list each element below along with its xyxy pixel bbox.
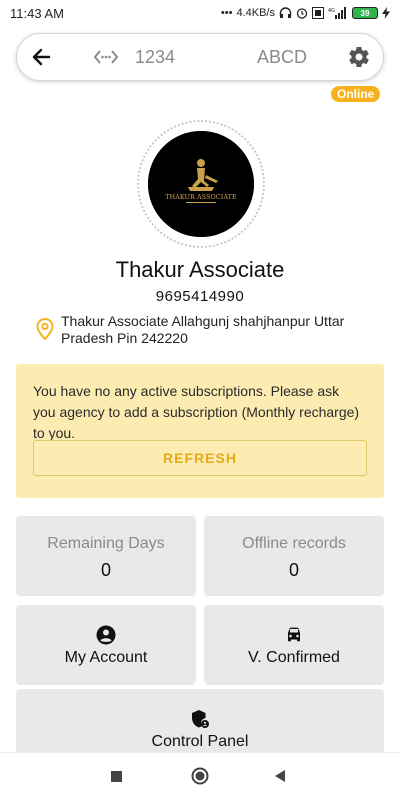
back-arrow-icon[interactable] [29,44,55,70]
status-icons: ••• 4.4KB/s 4G 39 [221,7,390,19]
nav-back-icon[interactable] [273,769,287,783]
svg-text:4G: 4G [328,8,335,14]
remaining-days-label: Remaining Days [47,535,165,552]
charging-icon [382,7,390,19]
profile-phone: 9695414990 [155,288,245,305]
remaining-days-tile: Remaining Days 0 [16,516,196,596]
volte-icon [312,7,324,19]
home-icon[interactable] [191,767,209,785]
car-icon [288,627,300,642]
v-confirmed-label: V. Confirmed [248,649,340,666]
remaining-days-value: 0 [100,560,111,580]
control-panel-button[interactable]: Control Panel [16,689,384,759]
gear-icon[interactable] [347,45,371,69]
headphones-icon [279,7,292,18]
device-code: ABCD [257,47,308,67]
admin-shield-icon [192,710,209,728]
system-nav-bar [0,752,400,801]
profile-name: Thakur Associate [115,257,285,282]
refresh-button[interactable]: REFRESH [33,440,367,476]
signal-icon: 4G [328,7,346,19]
alarm-icon [296,8,308,19]
subscription-message: You have no any active subscriptions. Pl… [33,383,360,441]
location-pin-icon [36,318,54,340]
logo-text: THAKUR ASSOCIATE [165,193,237,201]
my-account-button[interactable]: My Account [16,605,196,685]
device-id: 1234 [135,47,176,67]
offline-records-value: 0 [288,560,299,580]
profile-address: Thakur Associate Allahgunj shahjhanpur U… [61,313,345,346]
battery-icon: 39 [352,7,378,19]
offline-records-tile[interactable]: Offline records 0 [204,516,384,596]
v-confirmed-button[interactable]: V. Confirmed [204,605,384,685]
my-account-label: My Account [64,649,148,666]
status-bar: 11:43 AM ••• 4.4KB/s 4G 39 [0,0,400,26]
device-code-icon [94,50,118,64]
offline-records-label: Offline records [242,535,346,552]
recent-apps-icon[interactable] [111,771,122,782]
subscription-notice: You have no any active subscriptions. Pl… [16,364,384,498]
network-speed: 4.4KB/s [236,7,275,19]
logo-artwork: THAKUR ASSOCIATE [148,131,254,237]
header-bar: 1234 ABCD [16,33,384,81]
status-time: 11:43 AM [10,5,64,21]
company-logo: THAKUR ASSOCIATE [148,131,254,237]
online-status-badge: Online [331,86,381,102]
control-panel-label: Control Panel [151,733,249,750]
more-notifications-icon: ••• [220,7,233,19]
account-circle-icon [96,625,116,645]
